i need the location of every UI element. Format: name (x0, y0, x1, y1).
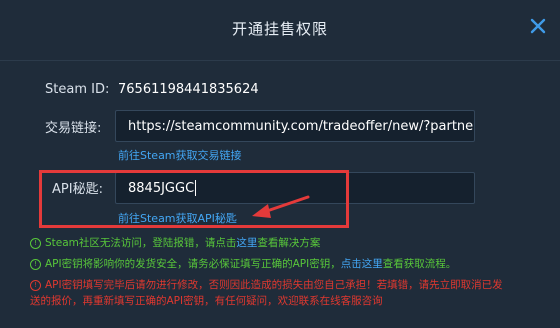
api-key-value: 8845JGGC (128, 180, 195, 196)
note2-suffix: 查看获取流程。 (382, 258, 457, 270)
info-circle-icon: ! (30, 259, 41, 270)
dialog-title: 开通挂售权限 (231, 20, 328, 38)
close-icon[interactable] (530, 18, 546, 34)
note-api-warning: ! API密钥填写完毕后请勿进行修改，否则因此造成的损失由您自己承担！若填错，请先… (30, 277, 535, 309)
note1-suffix: 查看解决方案 (257, 237, 321, 249)
get-trade-link-link[interactable]: 前往Steam获取交易链接 (118, 147, 242, 163)
info-circle-icon: ! (30, 280, 41, 291)
note2-text: API密钥将影响你的发货安全，请务必保证填写正确的API密钥， (45, 258, 341, 270)
text-cursor (195, 180, 197, 196)
trade-link-value: https://steamcommunity.com/tradeoffer/ne… (128, 118, 475, 134)
note1-link[interactable]: 这里 (236, 237, 257, 249)
get-api-key-link[interactable]: 前往Steam获取API秘匙 (118, 210, 237, 226)
annotation-arrow-icon (252, 195, 310, 218)
steam-id-label: Steam ID: (45, 82, 110, 97)
trade-link-label: 交易链接: (45, 121, 102, 136)
trade-link-input[interactable]: https://steamcommunity.com/tradeoffer/ne… (115, 110, 475, 142)
note3-line2: 送的报价，再重新填写正确的API密钥，有任何疑问，欢迎联系在线客服咨询 (30, 295, 383, 307)
info-circle-icon: ! (30, 238, 41, 249)
api-key-label: API秘匙: (52, 182, 103, 197)
note2-link[interactable]: 点击这里 (341, 258, 383, 270)
steam-id-value: 76561198441835624 (118, 82, 259, 97)
note1-text: Steam社区无法访问，登陆报错，请点击 (45, 237, 237, 249)
note3-line1: API密钥填写完毕后请勿进行修改，否则因此造成的损失由您自己承担！若填错，请先立… (45, 279, 503, 291)
note-api-security: ! API密钥将影响你的发货安全，请务必保证填写正确的API密钥，点击这里查看获取… (30, 256, 535, 272)
dialog-header: 开通挂售权限 (0, 0, 560, 61)
note-steam-community: ! Steam社区无法访问，登陆报错，请点击这里查看解决方案 (30, 235, 535, 251)
